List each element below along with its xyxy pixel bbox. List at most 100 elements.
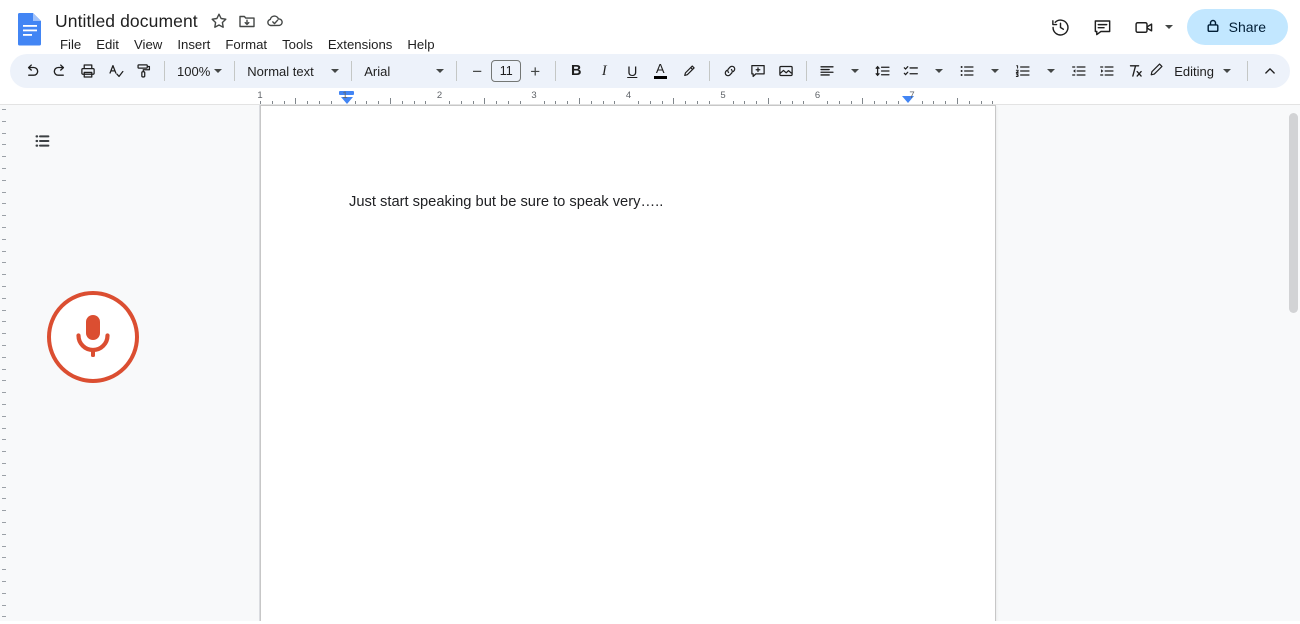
ruler-number: 2	[437, 90, 442, 101]
cloud-saved-icon[interactable]	[265, 11, 285, 31]
add-comment-icon[interactable]	[744, 57, 772, 85]
checklist-icon[interactable]	[897, 57, 925, 85]
ruler-tick	[461, 101, 462, 104]
menu-extensions[interactable]: Extensions	[322, 35, 399, 54]
ruler-tick	[355, 101, 356, 104]
checklist-chevron-down-icon[interactable]	[925, 57, 953, 85]
zoom-chevron-down-icon[interactable]	[214, 69, 222, 73]
highlight-pen-icon[interactable]	[674, 57, 703, 85]
ruler-tick	[744, 101, 745, 104]
menu-insert[interactable]: Insert	[171, 35, 216, 54]
menu-help[interactable]: Help	[401, 35, 440, 54]
redo-icon[interactable]	[46, 57, 74, 85]
menu-format[interactable]: Format	[219, 35, 273, 54]
insert-image-icon[interactable]	[772, 57, 800, 85]
ruler-tick	[874, 101, 875, 104]
ruler-tick	[862, 98, 863, 104]
ruler-tick	[922, 101, 923, 104]
comment-icon[interactable]	[1084, 8, 1122, 46]
share-button[interactable]: Share	[1187, 9, 1288, 45]
google-docs-icon[interactable]	[16, 12, 44, 46]
ruler-tick	[496, 101, 497, 104]
ruler-tick	[851, 101, 852, 104]
zoom-value: 100%	[177, 64, 210, 79]
print-icon[interactable]	[74, 57, 102, 85]
toolbar-divider-2	[234, 61, 235, 81]
ruler-tick	[449, 101, 450, 104]
ruler-tick	[484, 98, 485, 104]
vertical-ruler-tick	[2, 262, 6, 263]
document-page[interactable]: Just start speaking but be sure to speak…	[260, 105, 996, 621]
star-icon[interactable]	[209, 11, 229, 31]
spellcheck-icon[interactable]	[102, 57, 130, 85]
vertical-ruler-tick	[2, 416, 6, 417]
increase-font-size-button[interactable]: +	[521, 57, 549, 85]
paint-format-icon[interactable]	[130, 57, 158, 85]
title-block: Untitled document File	[52, 6, 441, 54]
vertical-ruler-tick	[2, 439, 6, 440]
ruler-tick	[390, 98, 391, 104]
text-color-button[interactable]: A	[646, 57, 674, 85]
zoom-control[interactable]: 100%	[171, 57, 228, 85]
document-body-text[interactable]: Just start speaking but be sure to speak…	[349, 192, 663, 213]
decrease-font-size-button[interactable]: −	[463, 57, 491, 85]
vertical-ruler-tick	[2, 251, 6, 252]
ruler-tick	[284, 101, 285, 104]
menu-tools[interactable]: Tools	[276, 35, 319, 54]
video-camera-icon[interactable]	[1126, 8, 1164, 46]
top-bar: Untitled document File	[0, 0, 1300, 52]
vertical-ruler-tick	[2, 557, 6, 558]
bulleted-list-icon[interactable]	[953, 57, 981, 85]
align-left-icon[interactable]	[813, 57, 841, 85]
document-title[interactable]: Untitled document	[52, 10, 201, 33]
vertical-ruler-tick	[2, 180, 6, 181]
italic-button[interactable]: I	[590, 57, 618, 85]
font-chevron-down-icon[interactable]	[436, 69, 444, 73]
align-chevron-down-icon[interactable]	[841, 57, 869, 85]
meet-chevron-down-icon[interactable]	[1165, 25, 1173, 29]
vertical-scrollbar-track[interactable]	[1286, 105, 1300, 621]
line-spacing-icon[interactable]	[869, 57, 897, 85]
underline-button[interactable]: U	[618, 57, 646, 85]
voice-typing-microphone-button[interactable]	[47, 291, 139, 383]
paragraph-style-value: Normal text	[247, 64, 313, 79]
ruler-tick	[508, 101, 509, 104]
font-family-dropdown[interactable]: Arial	[358, 57, 450, 85]
menu-view[interactable]: View	[128, 35, 168, 54]
insert-link-icon[interactable]	[716, 57, 744, 85]
numbered-list-icon[interactable]	[1009, 57, 1037, 85]
meet-button[interactable]	[1126, 8, 1177, 46]
title-row: Untitled document	[52, 8, 441, 34]
style-chevron-down-icon[interactable]	[331, 69, 339, 73]
lock-icon	[1205, 18, 1221, 37]
vertical-scrollbar-thumb[interactable]	[1289, 113, 1298, 313]
move-to-folder-icon[interactable]	[237, 11, 257, 31]
editing-mode-button[interactable]: Editing	[1140, 57, 1239, 85]
chevron-up-icon[interactable]	[1256, 57, 1284, 85]
ruler-tick	[756, 101, 757, 104]
undo-icon[interactable]	[18, 57, 46, 85]
menu-file[interactable]: File	[54, 35, 87, 54]
vertical-ruler-tick	[2, 451, 6, 452]
bold-button[interactable]: B	[562, 57, 590, 85]
editing-mode-chevron-down-icon[interactable]	[1223, 69, 1231, 73]
font-size-input[interactable]: 11	[491, 60, 521, 82]
ruler-tick	[697, 101, 698, 104]
ruler-tick	[662, 101, 663, 104]
ruler-tick	[331, 101, 332, 104]
decrease-indent-icon[interactable]	[1065, 57, 1093, 85]
menu-edit[interactable]: Edit	[90, 35, 125, 54]
increase-indent-icon[interactable]	[1093, 57, 1121, 85]
ruler-tick	[402, 101, 403, 104]
version-history-icon[interactable]	[1042, 8, 1080, 46]
ruler-number: 4	[626, 90, 631, 101]
bulleted-list-chevron-down-icon[interactable]	[981, 57, 1009, 85]
ruler-tick	[473, 101, 474, 104]
font-family-value: Arial	[364, 64, 390, 79]
document-outline-icon[interactable]	[30, 128, 56, 154]
ruler-tick	[520, 101, 521, 104]
numbered-list-chevron-down-icon[interactable]	[1037, 57, 1065, 85]
horizontal-ruler[interactable]: 11234567	[0, 90, 1300, 105]
ruler-number: 1	[342, 90, 347, 101]
paragraph-style-dropdown[interactable]: Normal text	[241, 57, 345, 85]
